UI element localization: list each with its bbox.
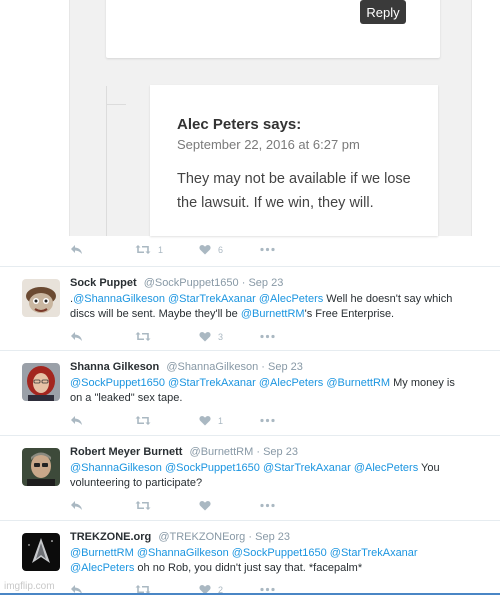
thread-branch <box>106 104 126 105</box>
tweet-time[interactable]: Sep 23 <box>248 277 283 289</box>
sock-puppet-avatar[interactable] <box>22 279 60 317</box>
tweet-header: Robert Meyer Burnett @BurnettRM · Sep 23 <box>70 446 298 458</box>
like-button[interactable]: 6 <box>199 244 223 255</box>
thread-line <box>106 86 107 236</box>
author-handle[interactable]: @TREKZONEorg <box>158 531 245 543</box>
mention-link[interactable]: @StarTrekAxanar <box>168 293 256 305</box>
mention-link[interactable]: @AlecPeters <box>259 293 323 305</box>
more-options-icon[interactable] <box>260 415 275 426</box>
heart-icon <box>199 415 211 426</box>
heart-icon <box>199 244 211 255</box>
comment-body: They may not be available if we lose the… <box>177 171 411 211</box>
tweet-time[interactable]: Sep 23 <box>263 446 298 458</box>
reply-icon[interactable] <box>70 500 83 511</box>
retweet-button[interactable]: 1 <box>135 244 163 255</box>
embed-tweet-actions: 1 6 <box>0 242 500 258</box>
tweet-robert-meyer-burnett: Robert Meyer Burnett @BurnettRM · Sep 23… <box>0 435 500 520</box>
mention-link[interactable]: @ShannaGilkeson <box>73 293 165 305</box>
tweet-actions: 3 <box>0 329 500 345</box>
mention-link[interactable]: @AlecPeters <box>354 462 418 474</box>
author-name[interactable]: TREKZONE.org <box>70 531 151 543</box>
retweet-icon <box>135 245 151 254</box>
author-handle[interactable]: @ShannaGilkeson <box>166 361 258 373</box>
mention-link[interactable]: @AlecPeters <box>259 377 323 389</box>
like-count: 1 <box>218 415 224 426</box>
mention-link[interactable]: @BurnettRM <box>326 377 390 389</box>
comment-author: Alec Peters says: <box>177 116 302 133</box>
tweet-shanna-gilkeson: Shanna Gilkeson @ShannaGilkeson · Sep 23… <box>0 350 500 435</box>
tweet-actions: 1 <box>0 413 500 429</box>
mention-link[interactable]: @BurnettRM <box>70 547 134 559</box>
tweet-header: TREKZONE.org @TREKZONEorg · Sep 23 <box>70 531 290 543</box>
page: Reply Alec Peters says: September 22, 20… <box>0 0 500 595</box>
burnett-avatar[interactable] <box>22 448 60 486</box>
trekzone-avatar[interactable] <box>22 533 60 571</box>
tweet-text: .@ShannaGilkeson @StarTrekAxanar @AlecPe… <box>70 292 470 321</box>
mention-link[interactable]: @SockPuppet1650 <box>232 547 327 559</box>
mention-link[interactable]: @ShannaGilkeson <box>137 547 229 559</box>
mention-link[interactable]: @StarTrekAxanar <box>168 377 256 389</box>
comment-fade <box>150 214 438 236</box>
like-count: 6 <box>218 244 224 255</box>
comment-date[interactable]: September 22, 2016 at 6:27 pm <box>177 137 360 152</box>
reply-icon[interactable] <box>70 415 83 426</box>
tweet-text-segment: 's Free Enterprise. <box>304 307 395 320</box>
tweet-actions <box>0 498 500 514</box>
dot-separator: · <box>261 361 265 373</box>
more-options-icon[interactable] <box>260 331 275 342</box>
reply-icon[interactable] <box>70 331 83 342</box>
mention-link[interactable]: @SockPuppet1650 <box>165 462 260 474</box>
tweet-text: @BurnettRM @ShannaGilkeson @SockPuppet16… <box>70 546 470 575</box>
embedded-comment-thread: Reply Alec Peters says: September 22, 20… <box>69 0 472 236</box>
dot-separator: · <box>248 531 253 543</box>
mention-link[interactable]: @ShannaGilkeson <box>70 462 162 474</box>
retweet-icon[interactable] <box>135 415 151 426</box>
retweet-icon[interactable] <box>135 331 151 342</box>
mention-link[interactable]: @StarTrekAxanar <box>263 462 351 474</box>
like-count: 3 <box>218 331 224 342</box>
tweet-text: @ShannaGilkeson @SockPuppet1650 @StarTre… <box>70 461 470 490</box>
tweet-header: Shanna Gilkeson @ShannaGilkeson · Sep 23 <box>70 361 303 373</box>
mention-link[interactable]: @StarTrekAxanar <box>330 547 418 559</box>
tweet-text: @SockPuppet1650 @StarTrekAxanar @AlecPet… <box>70 376 470 405</box>
reply-icon[interactable] <box>70 244 83 255</box>
shanna-avatar[interactable] <box>22 363 60 401</box>
like-button[interactable]: 1 <box>199 415 223 426</box>
mention-link[interactable]: @AlecPeters <box>70 562 134 574</box>
tweet-header: Sock Puppet @SockPuppet1650 · Sep 23 <box>70 277 283 289</box>
retweet-count: 1 <box>158 244 164 255</box>
dot-separator: · <box>256 446 261 458</box>
more-options-icon[interactable] <box>260 244 275 255</box>
retweet-icon[interactable] <box>135 500 151 511</box>
tweet-time[interactable]: Sep 23 <box>255 531 290 543</box>
tweet-text-segment: oh no Rob, you didn't just say that. *fa… <box>134 561 363 574</box>
author-name[interactable]: Shanna Gilkeson <box>70 361 159 373</box>
like-button[interactable] <box>199 500 218 511</box>
heart-icon <box>199 331 211 342</box>
author-name[interactable]: Robert Meyer Burnett <box>70 446 182 458</box>
author-handle[interactable]: @BurnettRM <box>190 446 254 458</box>
reply-button[interactable]: Reply <box>360 0 406 24</box>
mention-link[interactable]: @BurnettRM <box>241 308 305 320</box>
parent-comment-card: Reply <box>106 0 440 58</box>
dot-separator: · <box>241 277 246 289</box>
tweet-trekzone: TREKZONE.org @TREKZONEorg · Sep 23 @Burn… <box>0 520 500 595</box>
more-options-icon[interactable] <box>260 500 275 511</box>
like-button[interactable]: 3 <box>199 331 223 342</box>
watermark: imgflip.com <box>4 581 55 592</box>
heart-icon <box>199 500 211 511</box>
mention-link[interactable]: @SockPuppet1650 <box>70 377 165 389</box>
tweet-sock-puppet: Sock Puppet @SockPuppet1650 · Sep 23 .@S… <box>0 266 500 350</box>
author-handle[interactable]: @SockPuppet1650 <box>144 277 239 289</box>
tweet-time[interactable]: Sep 23 <box>268 361 303 373</box>
author-name[interactable]: Sock Puppet <box>70 277 137 289</box>
nested-comment-card: Alec Peters says: September 22, 2016 at … <box>150 85 438 236</box>
